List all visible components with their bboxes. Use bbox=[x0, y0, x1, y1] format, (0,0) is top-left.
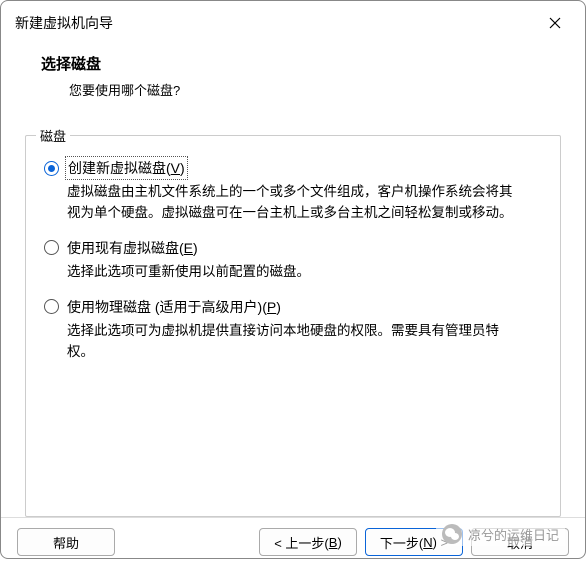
window-title: 新建虚拟机向导 bbox=[15, 13, 113, 33]
option-create-new-disk: 创建新虚拟磁盘(V) 虚拟磁盘由主机文件系统上的一个或多个文件组成，客户机操作系… bbox=[44, 158, 542, 224]
wizard-content: 磁盘 创建新虚拟磁盘(V) 虚拟磁盘由主机文件系统上的一个或多个文件组成，客户机… bbox=[1, 113, 585, 517]
radio-use-existing-disk[interactable]: 使用现有虚拟磁盘(E) bbox=[44, 238, 542, 258]
radio-label: 创建新虚拟磁盘(V) bbox=[67, 158, 186, 178]
radio-icon bbox=[44, 240, 59, 255]
option-use-existing-disk: 使用现有虚拟磁盘(E) 选择此选项可重新使用以前配置的磁盘。 bbox=[44, 238, 542, 283]
page-subheading: 您要使用哪个磁盘? bbox=[41, 80, 561, 99]
cancel-button[interactable]: 取消 bbox=[471, 528, 569, 556]
radio-icon bbox=[44, 299, 59, 314]
option-use-physical-disk: 使用物理磁盘 (适用于高级用户)(P) 选择此选项可为虚拟机提供直接访问本地硬盘… bbox=[44, 297, 542, 363]
radio-create-new-disk[interactable]: 创建新虚拟磁盘(V) bbox=[44, 158, 542, 178]
option-description: 选择此选项可为虚拟机提供直接访问本地硬盘的权限。需要具有管理员特权。 bbox=[44, 317, 524, 363]
wizard-dialog: 新建虚拟机向导 选择磁盘 您要使用哪个磁盘? 磁盘 创建新虚拟磁盘(V) 虚拟磁… bbox=[0, 0, 586, 559]
close-button[interactable] bbox=[537, 9, 573, 37]
radio-label: 使用现有虚拟磁盘(E) bbox=[67, 238, 198, 258]
close-icon bbox=[549, 17, 561, 29]
back-button[interactable]: < 上一步(B) bbox=[259, 528, 357, 556]
titlebar: 新建虚拟机向导 bbox=[1, 1, 585, 43]
option-description: 虚拟磁盘由主机文件系统上的一个或多个文件组成，客户机操作系统会将其视为单个硬盘。… bbox=[44, 178, 524, 224]
wizard-footer: 帮助 < 上一步(B) 下一步(N) > 取消 bbox=[1, 517, 585, 568]
wizard-header: 选择磁盘 您要使用哪个磁盘? bbox=[1, 43, 585, 113]
group-legend: 磁盘 bbox=[36, 126, 70, 145]
disk-group: 磁盘 创建新虚拟磁盘(V) 虚拟磁盘由主机文件系统上的一个或多个文件组成，客户机… bbox=[25, 135, 561, 517]
radio-use-physical-disk[interactable]: 使用物理磁盘 (适用于高级用户)(P) bbox=[44, 297, 542, 317]
option-description: 选择此选项可重新使用以前配置的磁盘。 bbox=[44, 258, 524, 283]
radio-icon bbox=[44, 161, 59, 176]
radio-label: 使用物理磁盘 (适用于高级用户)(P) bbox=[67, 297, 281, 317]
next-button[interactable]: 下一步(N) > bbox=[365, 528, 463, 556]
page-heading: 选择磁盘 bbox=[41, 53, 561, 74]
help-button[interactable]: 帮助 bbox=[17, 528, 115, 556]
